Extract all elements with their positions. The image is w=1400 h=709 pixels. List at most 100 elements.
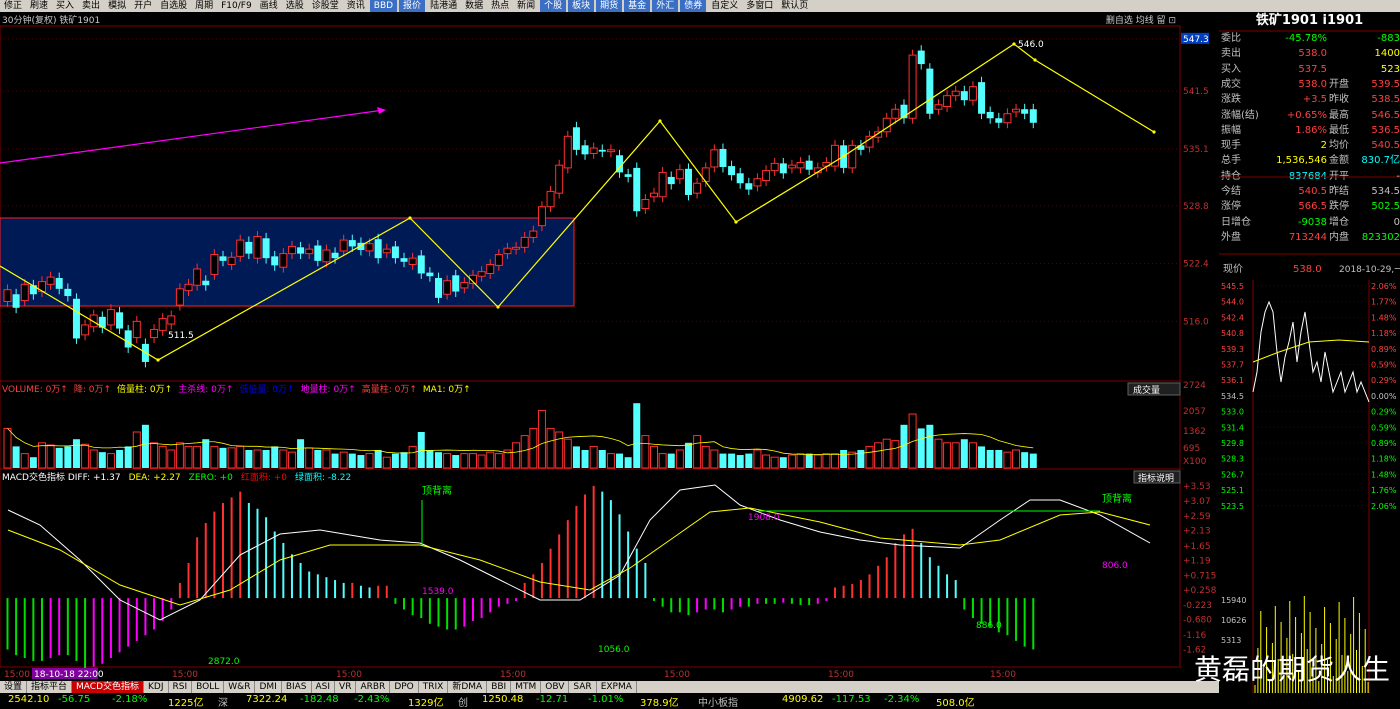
candle-body bbox=[1029, 109, 1037, 123]
mini-price-label: 15940 bbox=[1221, 596, 1246, 605]
volume-legend-item: 地量柱: 0万↑ bbox=[301, 383, 356, 395]
indicator-tab[interactable]: BBI bbox=[487, 681, 512, 693]
volume-bar bbox=[339, 451, 348, 469]
macd-axis-label: +3.07 bbox=[1183, 497, 1211, 507]
volume-bar bbox=[124, 446, 132, 468]
indicator-tab[interactable]: SAR bbox=[569, 681, 597, 693]
indicator-tab[interactable]: 指标平台 bbox=[27, 681, 73, 693]
volume-bar bbox=[840, 450, 848, 468]
time-axis-label: 15:00 bbox=[828, 670, 854, 680]
status-value: -2.18% bbox=[112, 694, 148, 705]
volume-bar bbox=[365, 453, 374, 469]
volume-bar bbox=[641, 435, 650, 469]
volume-bar bbox=[658, 453, 667, 469]
volume-bar bbox=[805, 453, 813, 468]
macd-axis-label: +2.13 bbox=[1183, 527, 1211, 537]
candle-body bbox=[995, 118, 1003, 123]
indicator-tab[interactable]: 设置 bbox=[0, 681, 28, 693]
indicator-tab[interactable]: EXPMA bbox=[597, 681, 637, 693]
indicator-tab[interactable]: 新DMA bbox=[448, 681, 488, 693]
zigzag-node bbox=[496, 305, 500, 309]
volume-bar bbox=[650, 445, 658, 469]
mini-pct-label: 1.18% bbox=[1371, 455, 1397, 464]
mini-price-label: 540.8 bbox=[1221, 329, 1244, 338]
volume-legend-item: VOLUME: 0万↑ bbox=[2, 385, 68, 395]
indicator-tab[interactable]: OBV bbox=[541, 681, 570, 693]
mini-price-label: 536.1 bbox=[1221, 376, 1244, 385]
volume-legend-item: MA1: 0万↑ bbox=[423, 385, 471, 395]
indicator-tab[interactable]: BOLL bbox=[192, 681, 225, 693]
volume-bar bbox=[150, 442, 159, 469]
volume-legend-item: 低倍量: 0万↑ bbox=[239, 383, 294, 395]
volume-bar bbox=[1012, 449, 1021, 469]
indicator-tab[interactable]: W&R bbox=[224, 681, 256, 693]
main-chart[interactable]: 547.3 541.5 535.1 528.8 522.4 516.0 546.0 511.5… bbox=[0, 0, 1219, 681]
volume-bar bbox=[719, 453, 727, 468]
current-price-value: 538.0 bbox=[1293, 264, 1322, 275]
candle-body bbox=[770, 162, 779, 172]
zigzag-node bbox=[408, 216, 412, 220]
mini-price-label: 526.7 bbox=[1221, 470, 1244, 479]
candle-body bbox=[374, 239, 382, 259]
volume-axis-label: 2724 bbox=[1183, 381, 1206, 391]
candle-body bbox=[520, 236, 529, 248]
time-axis-label: 18-10-18 22:00 bbox=[34, 670, 104, 680]
index-status-bar: 2542.10 -56.75 -2.18% 1225亿 深 7322.24 -182.48 -… bbox=[0, 693, 1400, 709]
status-value: 深 bbox=[218, 698, 228, 709]
volume-bar bbox=[382, 456, 391, 469]
price-axis-label: 535.1 bbox=[1183, 145, 1209, 155]
indicator-tab[interactable]: DMI bbox=[255, 681, 282, 693]
volume-bar bbox=[314, 450, 322, 468]
candle-body bbox=[124, 330, 132, 348]
indicator-tab[interactable]: RSI bbox=[169, 681, 193, 693]
indicator-tab[interactable]: VR bbox=[335, 681, 357, 693]
candle-body bbox=[435, 278, 442, 298]
volume-bar bbox=[3, 427, 12, 469]
candle-body bbox=[581, 145, 589, 155]
indicator-tab[interactable]: DPO bbox=[390, 681, 419, 693]
volume-bar bbox=[46, 444, 55, 469]
volume-bar bbox=[917, 428, 925, 468]
indicator-tab[interactable]: TRIX bbox=[419, 681, 449, 693]
indicator-tab[interactable]: ARBR bbox=[356, 681, 391, 693]
volume-bar bbox=[512, 442, 521, 469]
candle-body bbox=[624, 174, 632, 177]
zigzag-node bbox=[842, 154, 846, 158]
volume-bar bbox=[227, 447, 236, 469]
time-axis-label: 15:00 bbox=[990, 670, 1016, 680]
indicator-tab[interactable]: MACD交色指标 bbox=[72, 681, 145, 693]
candle-body bbox=[12, 294, 20, 308]
indicator-help-label: 指标说明 bbox=[1138, 472, 1174, 484]
indicator-tab[interactable]: BIAS bbox=[282, 681, 312, 693]
candle-body bbox=[546, 190, 555, 208]
volume-bar bbox=[374, 450, 382, 468]
indicator-tab[interactable]: MTM bbox=[511, 681, 542, 693]
candle-body bbox=[382, 248, 391, 254]
candle-body bbox=[606, 149, 615, 153]
volume-bar bbox=[753, 449, 762, 469]
indicator-tab[interactable]: ASI bbox=[312, 681, 336, 693]
volume-bar bbox=[262, 450, 270, 468]
candle-body bbox=[684, 168, 692, 195]
macd-diff-line bbox=[7, 484, 1151, 621]
candle-body bbox=[348, 240, 356, 247]
candle-body bbox=[3, 289, 12, 302]
top-divergence-label: 顶背离 bbox=[1102, 492, 1132, 505]
candle-body bbox=[710, 149, 719, 168]
candle-body bbox=[297, 247, 305, 254]
volume-bar bbox=[675, 449, 684, 469]
status-value: -182.48 bbox=[300, 694, 339, 705]
candle-body bbox=[322, 249, 331, 263]
mini-pct-label: 2.06% bbox=[1371, 502, 1397, 511]
volume-bar bbox=[745, 453, 753, 468]
candle-body bbox=[537, 206, 546, 227]
candle-body bbox=[305, 248, 314, 255]
candle-body bbox=[417, 255, 425, 274]
volume-bar bbox=[537, 409, 546, 469]
volume-bar bbox=[633, 403, 641, 468]
candle-body bbox=[158, 318, 167, 331]
volume-bar bbox=[219, 447, 227, 468]
candle-body bbox=[960, 91, 968, 101]
indicator-tab[interactable]: KDJ bbox=[144, 681, 169, 693]
price-axis-label: 528.8 bbox=[1183, 202, 1209, 212]
